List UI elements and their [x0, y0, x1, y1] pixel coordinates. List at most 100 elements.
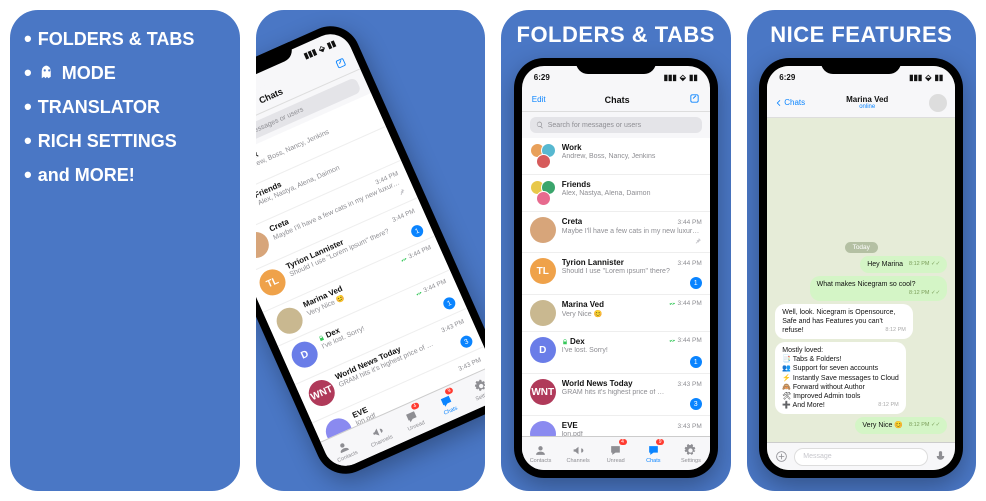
tab-bar: Contacts ChannelsUnread4Chats9 Settings	[522, 436, 710, 470]
chat-name: Tyrion Lannister	[562, 258, 624, 267]
phone-screen: 6:29 ▮▮▮⬙▮▮ Chats Marina Ved online Toda…	[767, 66, 955, 470]
avatar	[530, 300, 556, 326]
bullet-icon: •	[24, 28, 32, 50]
unread-badge: 1	[409, 223, 425, 239]
read-checks-icon	[414, 289, 423, 298]
nav-title: Chats	[605, 95, 630, 105]
compose-icon[interactable]	[333, 56, 348, 72]
tab-unread[interactable]: Unread4	[597, 437, 635, 470]
unread-badge: 3	[458, 334, 474, 350]
message-text: Very Nice 😊	[862, 422, 903, 429]
feature-text: and MORE!	[38, 165, 135, 186]
tab-icon	[609, 444, 622, 457]
message-input[interactable]: Message	[794, 448, 928, 466]
chat-name: World News Today	[562, 379, 633, 388]
avatar: WNT	[530, 379, 556, 405]
phone-frame: 6:29 ▮▮▮⬙▮▮ Edit Chats Search for messag…	[514, 58, 718, 478]
incoming-message[interactable]: Mostly loved:📑 Tabs & Folders!👥 Support …	[775, 342, 906, 414]
tab-label: Contacts	[530, 458, 552, 464]
wifi-icon: ⬙	[316, 43, 325, 54]
chat-row[interactable]: WNT World News Today 3:43 PMGRAM hits it's…	[522, 374, 710, 416]
unread-badge: 3	[690, 398, 702, 410]
message-time: 8:12 PM ✓✓	[909, 422, 940, 429]
search-placeholder: Search for messages or users	[548, 122, 641, 129]
panel-title: NICE FEATURES	[747, 10, 977, 56]
lock-icon	[562, 337, 568, 346]
status-time: 6:29	[534, 73, 550, 82]
contact-status: online	[811, 104, 923, 110]
message-time: 8:12 PM ✓✓	[909, 261, 940, 268]
chat-row[interactable]: FriendsAlex, Nastya, Alena, Daimon	[522, 175, 710, 212]
pin-icon	[396, 187, 407, 199]
read-checks-icon	[669, 300, 676, 307]
unread-badge: 1	[690, 356, 702, 368]
chat-row[interactable]: D Dex3:44 PMI've lost. Sorry!1	[522, 332, 710, 374]
tab-icon	[684, 444, 697, 457]
chat-time: 3:43 PM	[678, 381, 702, 388]
message-list: Today Hey Marina8:12 PM ✓✓What makes Nic…	[767, 118, 955, 442]
search-bar[interactable]: Search for messages or users	[530, 117, 702, 133]
feature-text: FOLDERS & TABS	[38, 29, 195, 50]
chat-row[interactable]: WorkAndrew, Boss, Nancy, Jenkins	[522, 138, 710, 175]
chat-row[interactable]: Marina Ved3:44 PMVery Nice 😊	[522, 295, 710, 332]
incoming-message[interactable]: Well, look. Nicegram is Opensource, Safe…	[775, 304, 913, 339]
message-text: Hey Marina	[867, 261, 903, 268]
chat-preview: Andrew, Boss, Nancy, Jenkins	[562, 153, 702, 160]
avatar-stack	[530, 143, 556, 169]
chat-body: FriendsAlex, Nastya, Alena, Daimon	[562, 180, 702, 197]
pin-icon	[694, 237, 702, 247]
tab-chats[interactable]: Chats9	[635, 437, 673, 470]
compose-icon[interactable]	[689, 93, 700, 106]
conversation-title[interactable]: Marina Ved online	[811, 95, 923, 110]
chat-time: 3:43 PM	[678, 423, 702, 430]
tab-channels[interactable]: Channels	[559, 437, 597, 470]
tab-label: Settings	[681, 458, 701, 464]
chat-row[interactable]: Creta3:44 PMMaybe I'll have a few cats i…	[522, 212, 710, 253]
message-input-bar: Message	[767, 442, 955, 470]
outgoing-message[interactable]: Very Nice 😊 8:12 PM ✓✓	[855, 417, 947, 434]
avatar: D	[530, 337, 556, 363]
chat-list: WorkAndrew, Boss, Nancy, Jenkins FriendsA…	[522, 138, 710, 453]
chat-name: Dex	[562, 337, 585, 346]
edit-button[interactable]: Edit	[532, 95, 546, 104]
chat-preview: Very Nice 😊	[562, 310, 702, 318]
message-text: What makes Nicegram so cool?	[817, 281, 916, 288]
attach-icon[interactable]	[775, 450, 788, 463]
promo-panel-tilted: 6:29 ▮▮▮⬙▮▮ Edit Chats Search for messag…	[256, 10, 486, 491]
contact-avatar[interactable]	[929, 94, 947, 112]
microphone-icon[interactable]	[934, 450, 947, 463]
ghost-icon	[38, 64, 56, 82]
outgoing-message[interactable]: Hey Marina 8:12 PM ✓✓	[860, 256, 947, 273]
battery-icon: ▮▮	[325, 38, 337, 50]
tab-contacts[interactable]: Contacts	[522, 437, 560, 470]
tab-settings[interactable]: Settings	[672, 437, 710, 470]
feature-text: TRANSLATOR	[38, 97, 160, 118]
tab-icon	[572, 444, 585, 457]
avatar	[256, 228, 273, 262]
chat-body: Creta3:44 PMMaybe I'll have a few cats i…	[562, 217, 702, 247]
bullet-icon: •	[24, 130, 32, 152]
chat-body: Dex3:44 PMI've lost. Sorry!1	[562, 337, 702, 368]
tab-label: Unread	[607, 458, 625, 464]
chat-preview: GRAM hits it's highest price of …	[562, 389, 702, 396]
chat-name: Creta	[562, 217, 582, 226]
chat-row[interactable]: TLTyrion Lannister3:44 PMShould I use "L…	[522, 253, 710, 295]
read-checks-icon	[669, 337, 676, 344]
phone-screen: 6:29 ▮▮▮⬙▮▮ Edit Chats Search for messag…	[256, 27, 486, 473]
back-label: Chats	[784, 98, 805, 107]
chat-name: EVE	[562, 421, 578, 430]
message-time: 8:12 PM	[878, 402, 898, 409]
back-button[interactable]: Chats	[775, 98, 805, 107]
panel-title: FOLDERS & TABS	[501, 10, 731, 56]
unread-badge: 1	[441, 295, 457, 311]
feature-item: •MODE	[24, 62, 226, 84]
chat-body: World News Today 3:43 PMGRAM hits it's hi…	[562, 379, 702, 410]
chat-time: 3:44 PM	[669, 300, 702, 307]
outgoing-message[interactable]: What makes Nicegram so cool?8:12 PM ✓✓	[810, 276, 948, 301]
chat-preview: Alex, Nastya, Alena, Daimon	[562, 190, 702, 197]
feature-item: • FOLDERS & TABS	[24, 28, 226, 50]
signal-icon: ▮▮▮	[302, 47, 318, 61]
battery-icon: ▮▮	[689, 73, 698, 82]
battery-icon: ▮▮	[934, 73, 943, 82]
chat-body: Tyrion Lannister3:44 PMShould I use "Lor…	[562, 258, 702, 289]
